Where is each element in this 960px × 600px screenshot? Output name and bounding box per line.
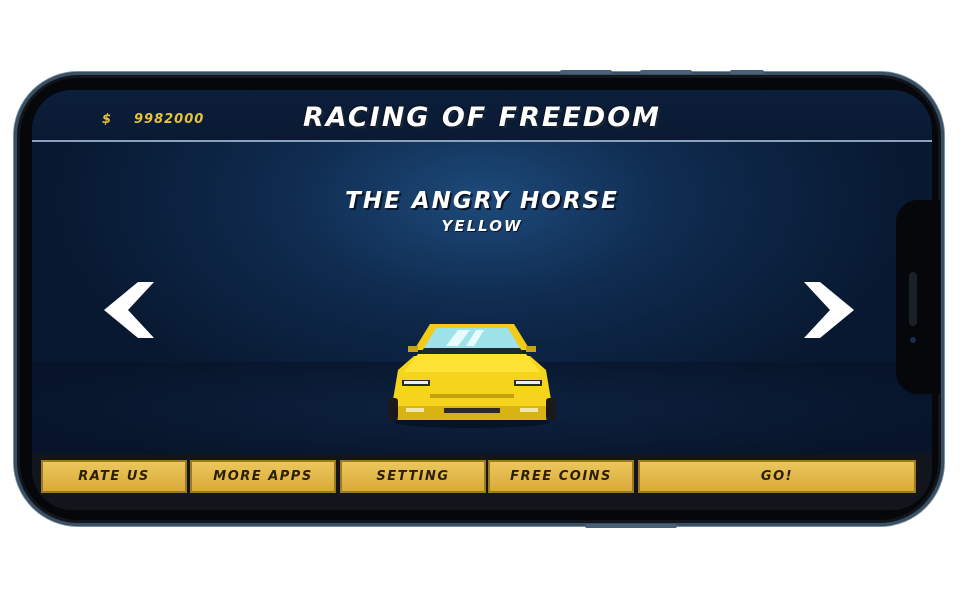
setting-button[interactable]: SETTING [340,460,486,493]
free-coins-button[interactable]: FREE COINS [488,460,634,493]
rate-us-button[interactable]: RATE US [41,460,187,493]
front-camera-icon [910,337,916,343]
bottom-menu: RATE US MORE APPS SETTING FREE COINS GO! [32,454,932,510]
car-preview[interactable] [384,310,560,428]
car-color-name: YELLOW [441,217,523,235]
phone-side-button [585,524,677,528]
phone-side-button [640,70,692,74]
phone-side-button [730,70,764,74]
more-apps-button[interactable]: MORE APPS [190,460,336,493]
chevron-right-icon[interactable] [800,280,860,340]
game-screen: $ 9982000 RACING OF FREEDOM THE ANGRY HO… [32,90,932,510]
chevron-left-icon[interactable] [98,280,158,340]
top-bar: $ 9982000 RACING OF FREEDOM [32,90,932,142]
phone-side-button [560,70,612,74]
car-name: THE ANGRY HORSE [345,188,619,214]
camera-notch [896,200,940,394]
go-button[interactable]: GO! [638,460,916,493]
speaker-grille [909,272,917,326]
game-title: RACING OF FREEDOM [302,102,662,133]
